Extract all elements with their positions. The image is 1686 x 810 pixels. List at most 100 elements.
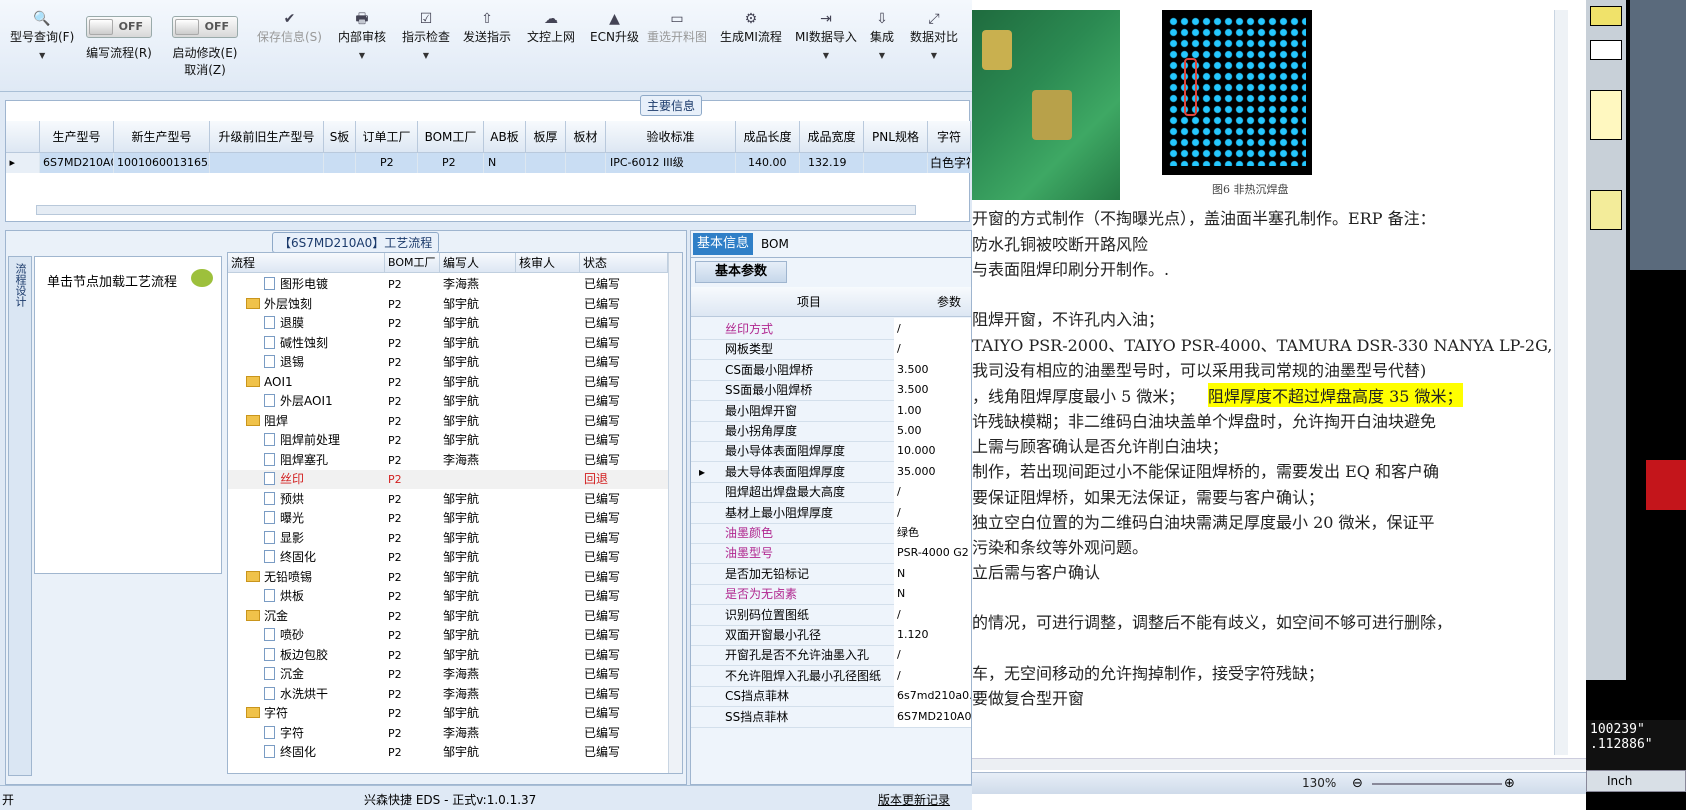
tree-row[interactable]: 曝光 P2 邹宇航 已编写 — [228, 509, 668, 528]
param-value[interactable]: N — [894, 562, 971, 584]
col-header[interactable]: 板厚 — [526, 121, 566, 153]
tree-row[interactable]: 丝印 P2 回退 — [228, 470, 668, 489]
param-row[interactable]: CS面最小阻焊桥 3.500 — [691, 358, 971, 381]
param-row[interactable]: SS挡点菲林 6S7MD210A0.s — [691, 705, 971, 728]
upload-doc-button[interactable]: ☁ 文控上网 — [527, 10, 575, 45]
param-row[interactable]: 丝印方式 / — [691, 318, 971, 340]
table-cell[interactable]: 白色字符 — [928, 153, 971, 173]
doc-vertical-scrollbar[interactable] — [1554, 10, 1568, 755]
param-value[interactable]: 35.000 — [894, 460, 971, 482]
table-cell[interactable] — [864, 153, 928, 173]
param-value[interactable]: / — [894, 501, 971, 523]
tree-row[interactable]: 外层蚀刻 P2 邹宇航 已编写 — [228, 295, 668, 314]
send-instruction-button[interactable]: ⇧ 发送指示 — [463, 10, 511, 45]
param-row[interactable]: CS挡点菲林 6s7md210a0.c — [691, 685, 971, 708]
version-history-link[interactable]: 版本更新记录 — [878, 791, 950, 808]
param-value[interactable]: 6s7md210a0.c — [894, 685, 971, 707]
table-cell[interactable] — [210, 153, 324, 173]
param-value[interactable]: / — [894, 603, 971, 625]
chevron-down-icon[interactable]: ▼ — [870, 51, 894, 60]
unit-selector[interactable]: Inch — [1586, 770, 1686, 792]
col-header[interactable]: 成品长度 — [736, 121, 800, 153]
table-cell[interactable]: P2 — [418, 153, 484, 173]
side-tab-flow-design[interactable]: 流程设计 — [8, 256, 32, 776]
param-value[interactable]: 3.500 — [894, 358, 971, 380]
tree-row[interactable]: 图形电镀 P2 李海燕 已编写 — [228, 275, 668, 294]
tree-row[interactable]: 水洗烘干 P2 李海燕 已编写 — [228, 685, 668, 704]
param-value[interactable]: / — [894, 644, 971, 666]
tree-row[interactable]: 沉金 P2 邹宇航 已编写 — [228, 607, 668, 626]
col-header[interactable]: AB板 — [484, 121, 526, 153]
subtab-basic-params[interactable]: 基本参数 — [695, 261, 787, 283]
param-value[interactable]: PSR-4000 G2 — [894, 542, 971, 564]
table-cell[interactable]: N — [484, 153, 526, 173]
col-header[interactable]: 新生产型号 — [114, 121, 210, 153]
param-row[interactable]: 最小拐角厚度 5.00 — [691, 420, 971, 442]
table-cell[interactable]: 132.19 — [800, 153, 864, 173]
col-header[interactable]: S板 — [324, 121, 356, 153]
param-row[interactable]: 最小导体表面阻焊厚度 10.000 — [691, 440, 971, 463]
param-row[interactable]: 最小阻焊开窗 1.00 — [691, 399, 971, 422]
param-value[interactable]: 6S7MD210A0.s — [894, 705, 971, 727]
param-value[interactable]: N — [894, 583, 971, 605]
tree-row[interactable]: 终固化 P2 邹宇航 已编写 — [228, 548, 668, 567]
integrate-button[interactable]: ⇩ 集成 ▼ — [870, 10, 894, 60]
tree-col-header[interactable]: 流程 — [228, 253, 385, 273]
param-value[interactable]: 3.500 — [894, 379, 971, 401]
param-value[interactable]: 5.00 — [894, 420, 971, 441]
data-compare-button[interactable]: ⤢ 数据对比 ▼ — [910, 10, 958, 60]
col-header[interactable]: 升级前旧生产型号 — [210, 121, 324, 153]
param-row[interactable]: ▸ 最大导体表面阻焊厚度 35.000 — [691, 460, 971, 483]
param-row[interactable]: 油墨颜色 绿色 — [691, 522, 971, 544]
chevron-down-icon[interactable]: ▼ — [338, 51, 386, 60]
table-cell[interactable]: IPC-6012 III级 — [606, 153, 736, 173]
tree-row[interactable]: 喷砂 P2 邹宇航 已编写 — [228, 626, 668, 645]
gen-mi-flow-button[interactable]: ⚙ 生成MI流程 — [720, 10, 782, 45]
cancel-button[interactable]: 取消(Z) — [184, 63, 226, 77]
tree-row[interactable]: 退膜 P2 邹宇航 已编写 — [228, 314, 668, 333]
horizontal-scrollbar[interactable] — [36, 205, 916, 215]
save-button[interactable]: ✔ 保存信息(S) — [257, 10, 322, 45]
chevron-down-icon[interactable]: ▼ — [10, 51, 74, 60]
table-cell[interactable] — [324, 153, 356, 173]
internal-review-button[interactable]: 🖶 内部审核 ▼ — [338, 10, 386, 60]
col-header[interactable]: BOM工厂 — [418, 121, 484, 153]
query-button[interactable]: 🔍 型号查询(F) ▼ — [10, 10, 74, 60]
param-value[interactable]: 绿色 — [894, 522, 971, 543]
toggle-switch[interactable]: OFF — [172, 16, 238, 38]
param-row[interactable]: 基材上最小阻焊厚度 / — [691, 501, 971, 524]
param-value[interactable]: 1.00 — [894, 399, 971, 421]
param-row[interactable]: 双面开窗最小孔径 1.120 — [691, 624, 971, 646]
col-header-item[interactable]: 项目 — [725, 287, 893, 317]
tree-row[interactable]: AOI1 P2 邹宇航 已编写 — [228, 373, 668, 392]
row-indicator[interactable]: ▸ — [6, 153, 40, 173]
col-header[interactable]: 生产型号 — [40, 121, 114, 153]
col-header[interactable]: 成品宽度 — [800, 121, 864, 153]
param-value[interactable]: / — [894, 481, 971, 503]
tree-col-header[interactable]: 状态 — [580, 253, 668, 273]
param-row[interactable]: 油墨型号 PSR-4000 G2 — [691, 542, 971, 565]
table-cell[interactable]: P2 — [356, 153, 418, 173]
tree-row[interactable]: 阻焊前处理 P2 邹宇航 已编写 — [228, 431, 668, 450]
tree-row[interactable]: 显影 P2 邹宇航 已编写 — [228, 529, 668, 548]
param-row[interactable]: 识别码位置图纸 / — [691, 603, 971, 626]
chevron-down-icon[interactable]: ▼ — [795, 51, 857, 60]
tree-row[interactable]: 阻焊塞孔 P2 李海燕 已编写 — [228, 451, 668, 470]
tree-row[interactable]: 外层AOI1 P2 邹宇航 已编写 — [228, 392, 668, 411]
col-header[interactable]: 订单工厂 — [356, 121, 418, 153]
tree-row[interactable]: 字符 P2 李海燕 已编写 — [228, 724, 668, 743]
toggle-switch[interactable]: OFF — [86, 16, 152, 38]
param-row[interactable]: SS面最小阻焊桥 3.500 — [691, 379, 971, 402]
tree-row[interactable]: 终固化 P2 邹宇航 已编写 — [228, 743, 668, 762]
col-header[interactable]: PNL规格 — [864, 121, 928, 153]
tree-row[interactable]: 板边包胶 P2 邹宇航 已编写 — [228, 646, 668, 665]
table-cell[interactable]: 6S7MD210A0 — [40, 153, 114, 173]
ecn-upgrade-button[interactable]: ▲ ECN升级 — [590, 10, 639, 45]
tree-row[interactable]: 字符 P2 邹宇航 已编写 — [228, 704, 668, 723]
tree-col-header[interactable]: 核审人 — [516, 253, 580, 273]
table-cell[interactable]: 10010600131655 — [114, 153, 210, 173]
param-row[interactable]: 阻焊超出焊盘最大高度 / — [691, 481, 971, 504]
chevron-down-icon[interactable]: ▼ — [910, 51, 958, 60]
tree-row[interactable]: 阻焊 P2 邹宇航 已编写 — [228, 412, 668, 431]
param-value[interactable]: / — [894, 338, 971, 360]
